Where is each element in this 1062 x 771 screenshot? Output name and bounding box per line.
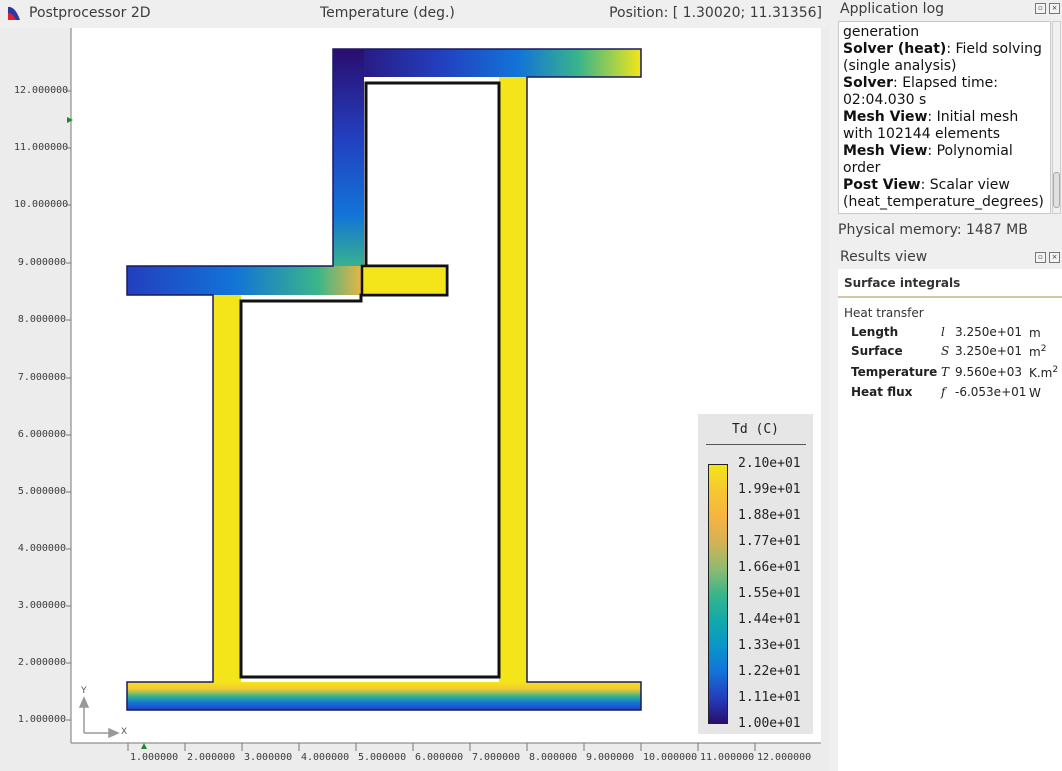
physical-memory: Physical memory: 1487 MB: [838, 222, 1028, 238]
bottom-flange: [127, 682, 641, 710]
top-flange: [333, 49, 641, 77]
left-column: [213, 295, 241, 682]
results-close-icon[interactable]: ×: [1049, 252, 1060, 263]
y-tick-label: 3.000000: [17, 600, 66, 611]
cursor-marker-y-icon: [67, 117, 73, 123]
results-section: Heat transfer: [844, 306, 924, 320]
results-view[interactable]: Surface integrals Heat transfer Length l…: [838, 269, 1062, 771]
cursor-marker-x-icon: [141, 743, 147, 749]
log-line: Mesh View: Initial mesh with 102144 elem…: [843, 109, 1019, 142]
y-tick-label: 4.000000: [17, 543, 66, 554]
y-tick-label: 8.000000: [17, 314, 66, 325]
y-tick-label: 1.000000: [17, 714, 66, 725]
x-tick-label: 6.000000: [415, 752, 464, 763]
legend-value: 1.22e+01: [738, 664, 801, 679]
app-log-float-icon[interactable]: ▫: [1035, 3, 1046, 14]
y-tick-label: 6.000000: [17, 429, 66, 440]
x-tick-label: 10.000000: [643, 752, 698, 763]
axes-indicator-icon: [78, 696, 120, 739]
left-arm: [127, 266, 365, 295]
legend-value: 1.77e+01: [738, 534, 801, 549]
legend-value: 1.99e+01: [738, 482, 801, 497]
axis-y-label: Y: [81, 686, 87, 696]
x-tick-label: 9.000000: [586, 752, 635, 763]
legend-value: 1.44e+01: [738, 612, 801, 627]
result-row: Temperature T 9.560e+03 K.m2: [851, 365, 1059, 380]
legend-value: 1.33e+01: [738, 638, 801, 653]
app-log-scrollbar[interactable]: [1052, 21, 1061, 214]
log-line: Mesh View: Polynomial order: [843, 143, 1013, 176]
result-row: Length l 3.250e+01 m: [851, 325, 1041, 340]
x-tick-label: 3.000000: [244, 752, 293, 763]
app-log-title: Application log: [840, 1, 945, 17]
results-divider: [838, 296, 1062, 298]
app-log-content[interactable]: generation Solver (heat): Field solving …: [838, 21, 1051, 214]
y-tick-label: 7.000000: [17, 372, 66, 383]
legend-colorbar: [708, 464, 728, 724]
legend-title: Td (C): [732, 422, 779, 437]
x-tick-label: 1.000000: [130, 752, 179, 763]
app-log-scroll-thumb[interactable]: [1053, 172, 1060, 208]
x-tick-label: 4.000000: [301, 752, 350, 763]
log-line: Solver: Elapsed time: 02:04.030 s: [843, 75, 998, 108]
y-tick-label: 11.000000: [14, 142, 69, 153]
y-tick-label: 12.000000: [14, 85, 69, 96]
legend-divider: [706, 444, 806, 445]
log-line: generation: [843, 24, 920, 40]
x-tick-label: 12.000000: [757, 752, 812, 763]
results-view-title: Results view: [840, 249, 928, 265]
legend-value: 2.10e+01: [738, 456, 801, 471]
y-tick-label: 2.000000: [17, 657, 66, 668]
color-legend: Td (C) 2.10e+01 1.99e+01 1.88e+01 1.77e+…: [698, 414, 813, 734]
legend-value: 1.88e+01: [738, 508, 801, 523]
legend-value: 1.66e+01: [738, 560, 801, 575]
x-tick-label: 7.000000: [472, 752, 521, 763]
x-tick-label: 5.000000: [358, 752, 407, 763]
axis-x-label: X: [121, 727, 128, 737]
results-float-icon[interactable]: ▫: [1035, 252, 1046, 263]
log-line: Post View: Scalar view (heat_temperature…: [843, 177, 1044, 210]
y-tick-label: 9.000000: [17, 257, 66, 268]
x-tick-label: 11.000000: [700, 752, 755, 763]
legend-value: 1.55e+01: [738, 586, 801, 601]
result-row: Heat flux f -6.053e+01 W: [851, 385, 1041, 400]
legend-value: 1.11e+01: [738, 690, 801, 705]
x-tick-label: 8.000000: [529, 752, 578, 763]
log-line: Solver (heat): Field solving (single ana…: [843, 41, 1042, 74]
x-tick-label: 2.000000: [187, 752, 236, 763]
results-header: Surface integrals: [844, 276, 961, 290]
upper-stem: [333, 49, 364, 269]
inner-outline: [239, 81, 501, 679]
app-log-close-icon[interactable]: ×: [1049, 3, 1060, 14]
y-tick-label: 10.000000: [14, 199, 69, 210]
right-column: [499, 77, 527, 682]
result-row: Surface S 3.250e+01 m2: [851, 344, 1047, 359]
legend-value: 1.00e+01: [738, 716, 801, 731]
y-tick-label: 5.000000: [17, 486, 66, 497]
